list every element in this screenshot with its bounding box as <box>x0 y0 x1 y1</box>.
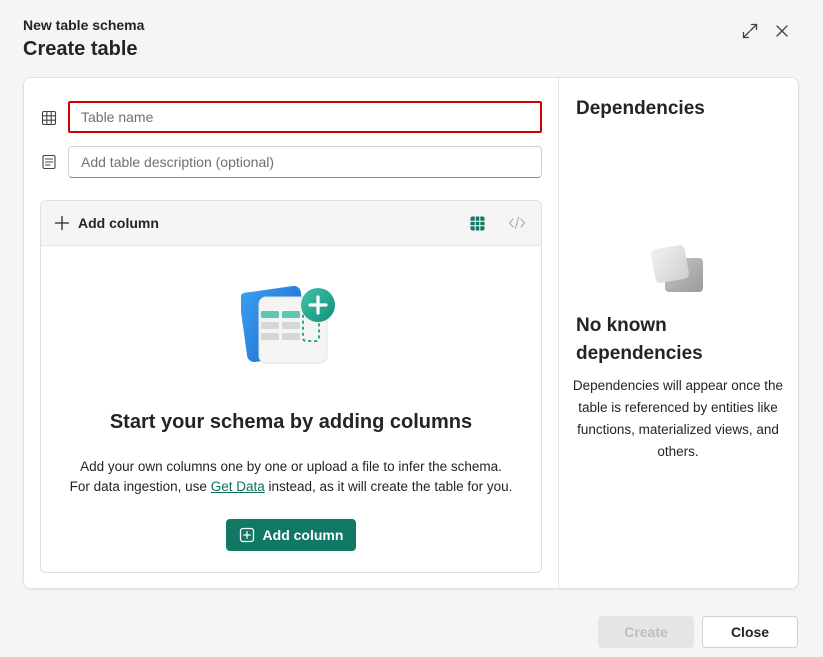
dialog-subtitle: New table schema <box>23 17 144 33</box>
add-column-button-label: Add column <box>263 527 344 543</box>
grid-view-button[interactable] <box>468 214 486 232</box>
dependencies-title: Dependencies <box>576 98 705 120</box>
add-square-icon <box>239 527 255 543</box>
add-column-button[interactable]: Add column <box>226 519 356 551</box>
close-dialog-button[interactable] <box>771 20 793 42</box>
table-name-input[interactable] <box>68 101 542 133</box>
empty-state-title: Start your schema by adding columns <box>41 411 541 434</box>
code-view-icon <box>508 216 526 230</box>
get-data-link[interactable]: Get Data <box>211 479 265 494</box>
close-icon <box>774 23 790 39</box>
line2-prefix: For data ingestion, use <box>70 479 211 494</box>
dependencies-empty-icon <box>651 244 705 294</box>
expand-button[interactable] <box>739 20 761 42</box>
expand-icon <box>741 22 759 40</box>
grid-view-icon <box>470 216 485 231</box>
create-table-dialog: New table schema Create table <box>0 0 823 657</box>
create-table-card: Add column <box>23 77 799 589</box>
line2-suffix: instead, as it will create the table for… <box>265 479 513 494</box>
plus-icon <box>54 215 70 231</box>
table-icon <box>40 109 58 127</box>
toolbar-add-column-button[interactable]: Add column <box>54 213 159 233</box>
schema-editor: Add column <box>40 200 542 573</box>
create-button[interactable]: Create <box>598 616 694 648</box>
description-icon <box>40 153 58 171</box>
toolbar-add-column-label: Add column <box>78 215 159 231</box>
empty-state-description: Add your own columns one by one or uploa… <box>41 457 541 497</box>
no-dependencies-heading: No known dependencies <box>576 312 756 368</box>
schema-toolbar: Add column <box>41 201 541 246</box>
dialog-title: Create table <box>23 38 138 61</box>
panel-divider <box>558 78 559 588</box>
empty-state-line1: Add your own columns one by one or uploa… <box>41 457 541 477</box>
close-button[interactable]: Close <box>702 616 798 648</box>
add-columns-illustration-icon <box>241 281 341 371</box>
table-description-input[interactable] <box>68 146 542 178</box>
code-view-button[interactable] <box>507 214 527 232</box>
dependencies-description: Dependencies will appear once the table … <box>569 375 787 463</box>
empty-state-line2: For data ingestion, use Get Data instead… <box>41 477 541 497</box>
